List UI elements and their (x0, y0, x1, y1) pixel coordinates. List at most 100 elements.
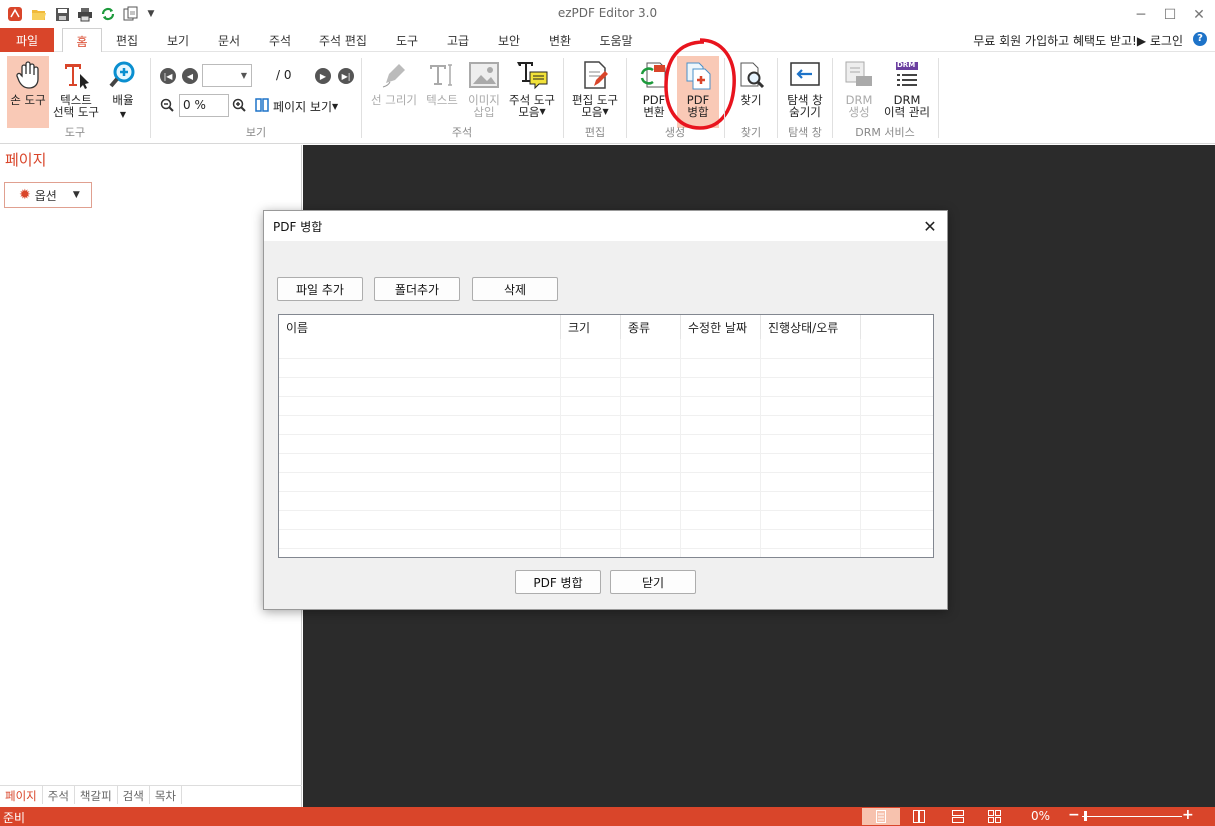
grid-line (279, 491, 933, 492)
nav-pane-icon (788, 58, 822, 92)
merge-pdf-button[interactable]: PDF 병합 (515, 570, 601, 594)
tab-convert[interactable]: 변환 (540, 28, 580, 52)
hide-nav-pane-label-2: 숨기기 (789, 105, 821, 119)
two-page-view-icon[interactable] (913, 810, 925, 826)
annotation-tools-button[interactable]: 주석 도구 모음 ▼ (506, 56, 558, 128)
hand-tool-button[interactable]: 손 도구 (7, 56, 49, 128)
tab-advanced[interactable]: 고급 (438, 28, 478, 52)
zoom-magnify-button[interactable]: 배율 ▼ (103, 56, 143, 128)
column-header-modified[interactable]: 수정한 날짜 (681, 315, 761, 339)
dialog-close-icon[interactable]: ✕ (919, 215, 941, 237)
panel-tab-toc[interactable]: 목차 (150, 786, 183, 804)
zoom-slider-track[interactable] (1082, 816, 1182, 817)
add-folder-button[interactable]: 폴더추가 (374, 277, 460, 301)
tab-help[interactable]: 도움말 (592, 28, 640, 52)
column-header-name[interactable]: 이름 (279, 315, 561, 339)
options-dropdown[interactable]: ✹ 옵션 ▼ (4, 182, 92, 208)
find-button[interactable]: 찾기 (731, 56, 771, 128)
image-icon (467, 58, 501, 92)
last-page-icon[interactable]: ▶| (338, 68, 354, 84)
find-label: 찾기 (740, 93, 762, 107)
minimize-button[interactable]: ─ (1128, 4, 1154, 26)
continuous-view-icon[interactable] (952, 810, 964, 826)
save-icon[interactable] (53, 5, 71, 23)
column-header-size[interactable]: 크기 (561, 315, 621, 339)
help-icon[interactable]: ? (1193, 32, 1207, 46)
tab-edit[interactable]: 편집 (107, 28, 147, 52)
tab-tools[interactable]: 도구 (387, 28, 427, 52)
copy-icon[interactable] (122, 5, 140, 23)
zoom-in-icon[interactable] (232, 98, 246, 115)
tab-annotation[interactable]: 주석 (260, 28, 300, 52)
single-page-view-icon[interactable] (862, 808, 900, 825)
group-label-tools: 도구 (64, 126, 86, 139)
panel-tab-pages[interactable]: 페이지 (0, 786, 43, 804)
text-select-tool-button[interactable]: 텍스트 선택 도구 (50, 56, 102, 128)
zoom-slider-handle[interactable] (1084, 811, 1087, 821)
group-label-find: 찾기 (740, 126, 762, 139)
line-draw-button[interactable]: 선 그리기 (368, 56, 420, 128)
annotation-tools-chevron-icon: ▼ (539, 107, 546, 116)
maximize-button[interactable]: ☐ (1157, 4, 1183, 26)
panel-tab-strip: 페이지 주석 책갈피 검색 목차 (0, 785, 302, 805)
edit-tools-button[interactable]: 편집 도구 모음 ▼ (569, 56, 621, 128)
grid-line (279, 377, 933, 378)
grid-line (760, 339, 761, 557)
dropdown-icon[interactable]: ▼ (142, 5, 160, 23)
zoom-minus-button[interactable]: − (1068, 807, 1080, 823)
panel-tab-bookmarks[interactable]: 책갈피 (75, 786, 118, 804)
image-insert-button[interactable]: 이미지 삽입 (464, 56, 504, 128)
page-number-input[interactable]: ▼ (202, 64, 252, 87)
line-draw-label: 선 그리기 (371, 93, 417, 107)
grid-line (279, 529, 933, 530)
tab-file[interactable]: 파일 (0, 28, 54, 52)
open-folder-icon[interactable] (30, 5, 48, 23)
group-label-edit: 편집 (584, 126, 606, 139)
panel-tab-annotations[interactable]: 주석 (43, 786, 75, 804)
gear-icon: ✹ (19, 187, 31, 203)
grid-line (279, 358, 933, 359)
prev-page-icon[interactable]: ◀ (182, 68, 198, 84)
annotation-note-icon (515, 58, 549, 92)
page-view-dropdown[interactable]: 페이지 보기 ▼ (255, 98, 338, 115)
grid-line (560, 339, 561, 557)
file-list[interactable]: 이름 크기 종류 수정한 날짜 진행상태/오류 (278, 314, 934, 558)
signup-login-link[interactable]: 무료 회원 가입하고 혜택도 받고!▶ 로그인 (973, 32, 1183, 49)
close-button[interactable]: 닫기 (610, 570, 696, 594)
page-panel: 페이지 ✹ 옵션 ▼ 페이지 주석 책갈피 검색 목차 (0, 145, 302, 807)
text-cursor-icon (425, 58, 459, 92)
grid-line (279, 510, 933, 511)
hide-nav-pane-button[interactable]: 탐색 창 숨기기 (783, 56, 827, 128)
zoom-out-icon[interactable] (160, 98, 174, 115)
window-close-button[interactable]: ✕ (1186, 4, 1212, 26)
tab-security[interactable]: 보안 (489, 28, 529, 52)
drm-create-button[interactable]: DRM 생성 (839, 56, 879, 128)
text-annot-button[interactable]: 텍스트 (422, 56, 462, 128)
drm-create-icon (842, 58, 876, 92)
pen-icon (377, 58, 411, 92)
title-bar: ezPDF Editor 3.0 ▼ ─ ☐ ✕ (0, 0, 1215, 28)
first-page-icon[interactable]: |◀ (160, 68, 176, 84)
drm-badge: DRM (897, 61, 916, 69)
grid-line (279, 453, 933, 454)
column-header-status[interactable]: 진행상태/오류 (761, 315, 861, 339)
adobe-logo-icon[interactable] (6, 5, 24, 23)
text-annot-label: 텍스트 (426, 93, 458, 107)
grid-view-icon[interactable] (988, 810, 1001, 826)
annotation-circle (664, 38, 736, 130)
tab-document[interactable]: 문서 (209, 28, 249, 52)
panel-tab-search[interactable]: 검색 (118, 786, 150, 804)
delete-button[interactable]: 삭제 (472, 277, 558, 301)
zoom-input[interactable]: 0 % (179, 94, 229, 117)
add-file-button[interactable]: 파일 추가 (277, 277, 363, 301)
print-icon[interactable] (76, 5, 94, 23)
tab-home[interactable]: 홈 (62, 28, 102, 53)
page-view-icon (255, 98, 269, 115)
refresh-icon[interactable] (99, 5, 117, 23)
tab-view[interactable]: 보기 (158, 28, 198, 52)
next-page-icon[interactable]: ▶ (315, 68, 331, 84)
zoom-plus-button[interactable]: + (1182, 807, 1194, 823)
chevron-down-icon: ▼ (72, 190, 80, 200)
tab-annotation-edit[interactable]: 주석 편집 (312, 28, 374, 52)
column-header-type[interactable]: 종류 (621, 315, 681, 339)
